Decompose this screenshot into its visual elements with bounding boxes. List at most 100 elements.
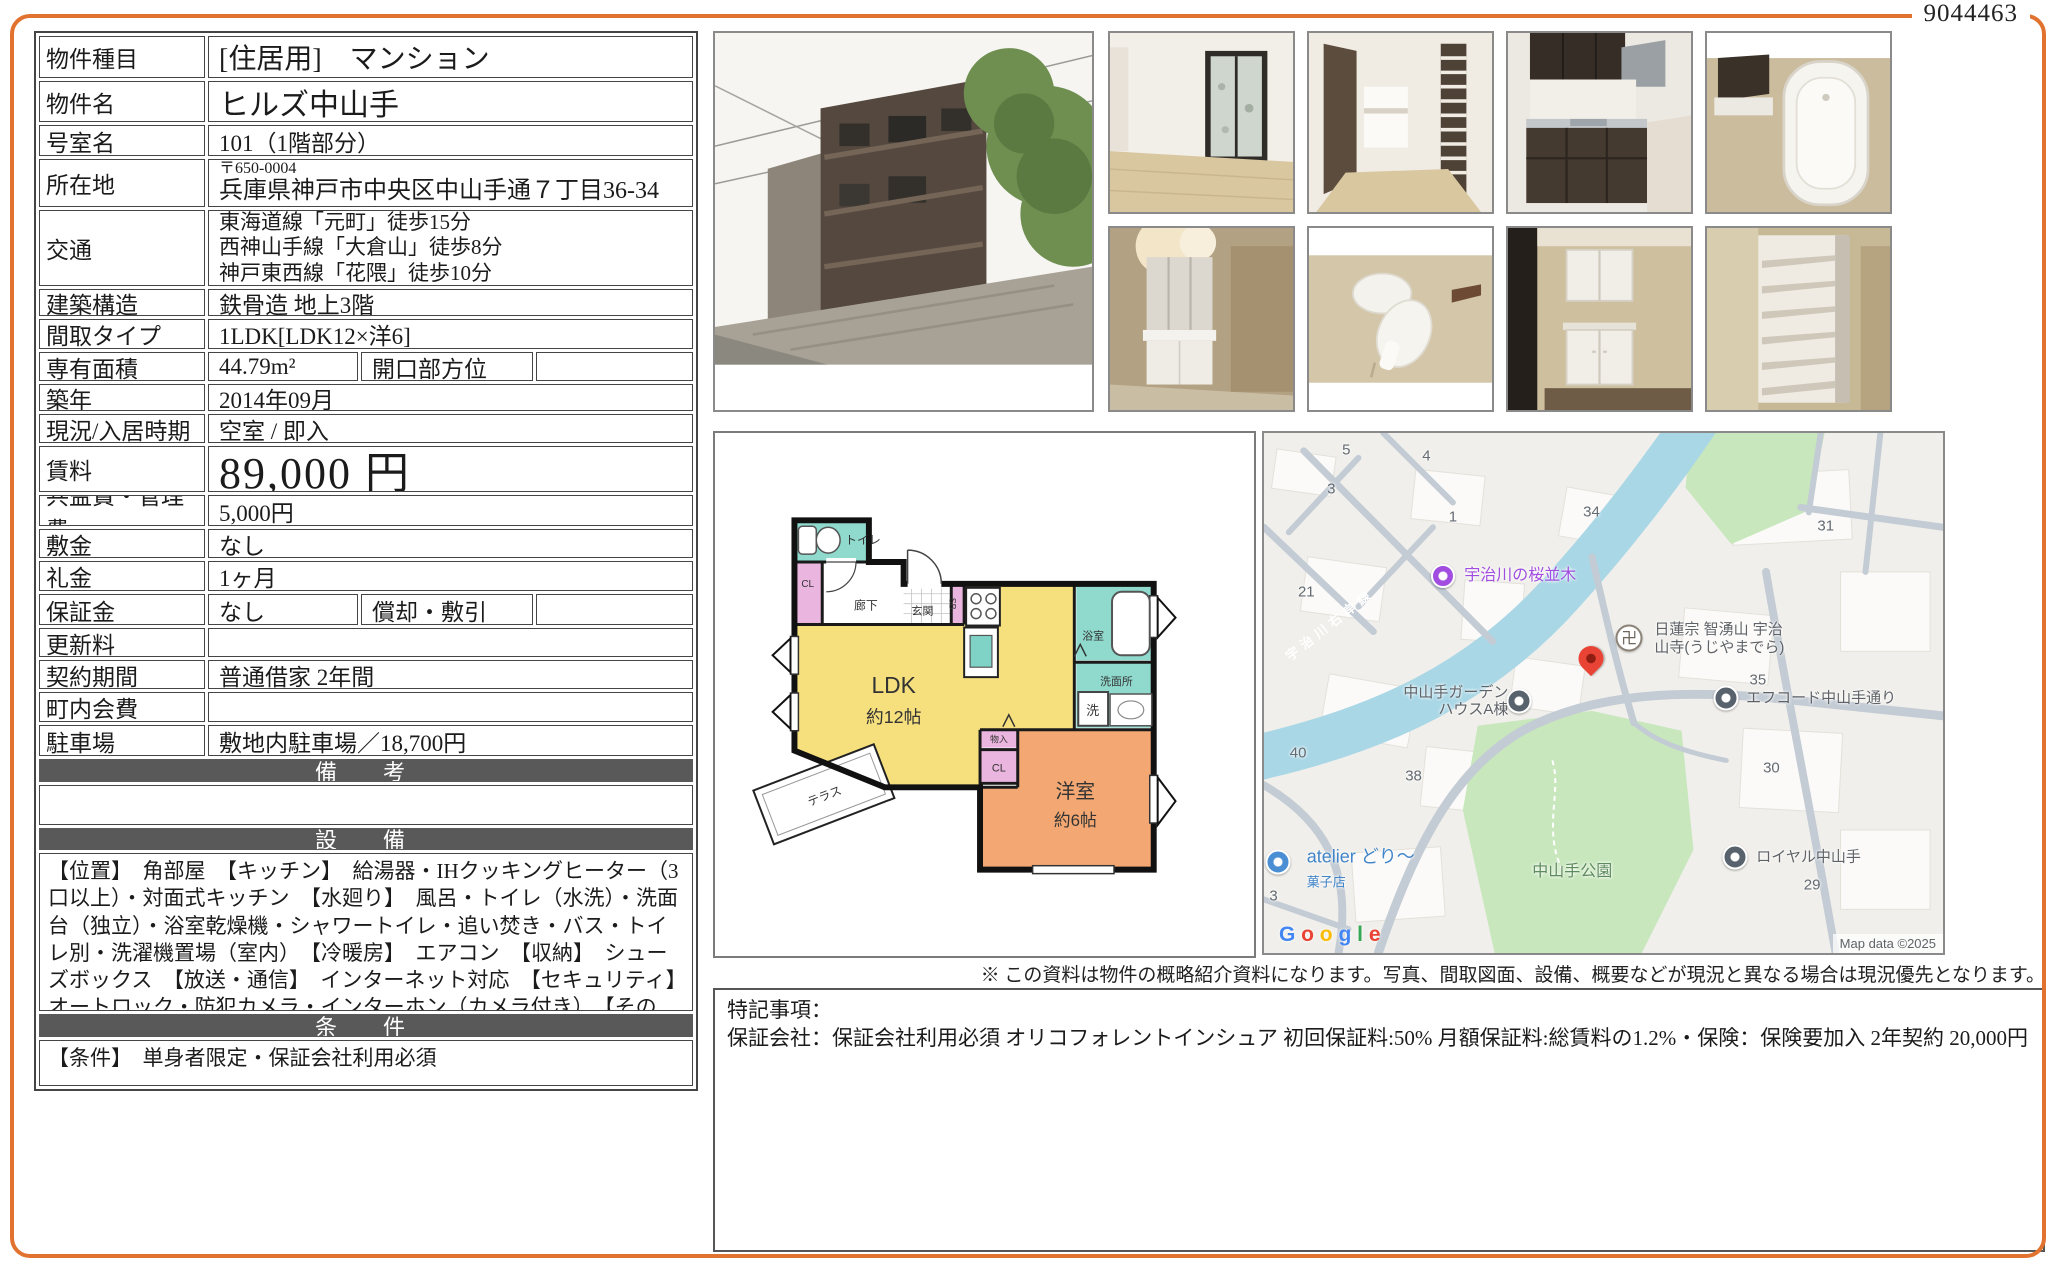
fp-entrance-label: 玄関 (912, 604, 934, 618)
access-value: 東海道線「元町」徒歩15分 西神山手線「大倉山」徒歩8分 神戸東西線「花隈」徒歩… (208, 210, 693, 286)
map-label: 29 (1804, 877, 1821, 894)
guarantee-value: なし (208, 594, 358, 625)
map-pin-icon: 卍 (1616, 625, 1643, 652)
map-label: atelier どり～ (1307, 846, 1415, 867)
structure-label: 建築構造 (39, 289, 205, 316)
equipment-value: 【位置】 角部屋 【キッチン】 給湯器・IHクッキングヒーター（3口以上）・対面… (39, 853, 693, 1011)
row-rent: 賃料 89,000 円 (39, 446, 693, 492)
floor-plan: テラス (713, 431, 1256, 958)
room-label: 号室名 (39, 125, 205, 156)
fp-closet2-label: CL (992, 762, 1006, 774)
structure-value: 鉄骨造 地上3階 (208, 289, 693, 316)
fp-ldk-size: 約12帖 (866, 707, 922, 727)
area-value: 44.79m² (208, 352, 358, 381)
row-deposit: 敷金 なし (39, 529, 693, 558)
renewal-fee-value (208, 628, 693, 657)
row-guarantee: 保証金 なし 償却・敷引 (39, 594, 693, 625)
row-property-name: 物件名 ヒルズ中山手 (39, 81, 693, 122)
photo-exterior (713, 31, 1094, 412)
map-pin-icon (1722, 844, 1747, 869)
opening-direction-label: 開口部方位 (361, 352, 533, 381)
postal-code: 〒650-0004 (219, 160, 296, 178)
room-value: 101（1階部分） (208, 125, 693, 156)
map-label: 30 (1763, 760, 1780, 777)
address: 兵庫県神戸市中央区中山手通７丁目36-34 (219, 178, 659, 206)
location-label: 所在地 (39, 159, 205, 207)
built-value: 2014年09月 (208, 384, 693, 411)
special-notes-box: 特記事項： 保証会社：保証会社利用必須 オリコフォレントインシュア 初回保証料:… (713, 988, 2045, 1252)
row-association-fee: 町内会費 (39, 692, 693, 722)
row-renewal-fee: 更新料 (39, 628, 693, 657)
map-label: 3 (1327, 481, 1335, 498)
row-parking: 駐車場 敷地内駐車場／18,700円 (39, 725, 693, 756)
area-label: 専有面積 (39, 352, 205, 381)
map-label: 5 (1342, 441, 1350, 458)
fp-bath-label: 浴室 (1082, 628, 1104, 642)
fees-label: 共益費・管理費 (39, 495, 205, 526)
remarks-value (39, 785, 693, 825)
row-remarks-header: 備 考 (39, 759, 693, 782)
google-logo-letter: o (1320, 923, 1333, 946)
amortization-value (536, 594, 693, 625)
spec-table: 物件種目 [住居用] マンション 物件名 ヒルズ中山手 号室名 101（1階部分… (34, 31, 698, 1091)
property-flyer: 9044463 物件種目 [住居用] マンション 物件名 ヒルズ中山手 号室名 … (0, 0, 2056, 1265)
map-pin-icon (1507, 688, 1532, 713)
guarantee-label: 保証金 (39, 594, 205, 625)
row-contract: 契約期間 普通借家 2年間 (39, 660, 693, 689)
row-property-type: 物件種目 [住居用] マンション (39, 36, 693, 78)
conditions-header: 条 件 (39, 1014, 693, 1037)
fp-shoebox-label: SB (947, 598, 957, 610)
parking-value: 敷地内駐車場／18,700円 (208, 725, 693, 756)
google-logo-letter: e (1369, 923, 1381, 946)
row-access: 交通 東海道線「元町」徒歩15分 西神山手線「大倉山」徒歩8分 神戸東西線「花隈… (39, 210, 693, 286)
row-equipment-header: 設 備 (39, 828, 693, 850)
renewal-fee-label: 更新料 (39, 628, 205, 657)
opening-direction-value (536, 352, 693, 381)
access-line-1: 東海道線「元町」徒歩15分 (219, 210, 471, 235)
property-name-value: ヒルズ中山手 (208, 81, 693, 122)
map-label: 日蓮宗 智湧山 宇治 山寺(うじやまでら) (1654, 621, 1784, 656)
key-money-value: 1ヶ月 (208, 561, 693, 591)
association-fee-value (208, 692, 693, 722)
location-value: 〒650-0004 兵庫県神戸市中央区中山手通７丁目36-34 (208, 159, 693, 207)
association-fee-label: 町内会費 (39, 692, 205, 722)
google-logo-letter: g (1338, 923, 1351, 946)
document-number: 9044463 (1912, 0, 2031, 28)
special-notes-title: 特記事項： (727, 996, 2031, 1024)
equipment-header: 設 備 (39, 828, 693, 850)
map-label: 宇治川の桜並木 (1464, 567, 1576, 585)
map-pin-icon (1265, 850, 1290, 875)
property-name-label: 物件名 (39, 81, 205, 122)
special-notes-body: 保証会社：保証会社利用必須 オリコフォレントインシュア 初回保証料:50% 月額… (727, 1024, 2031, 1052)
map-overlay: 5 4 3 1 34 31 21 35 40 38 30 29 (1264, 433, 1943, 953)
fp-bedroom-size: 約6帖 (1054, 811, 1097, 830)
photo-washbasin (1108, 226, 1295, 412)
row-conditions-header: 条 件 (39, 1014, 693, 1037)
row-location: 所在地 〒650-0004 兵庫県神戸市中央区中山手通７丁目36-34 (39, 159, 693, 207)
fp-closet1-label: CL (801, 579, 814, 590)
map-label: 1 (1449, 509, 1457, 526)
map-pin-icon (1574, 641, 1609, 676)
row-status: 現況/入居時期 空室 / 即入 (39, 414, 693, 443)
fp-hall-label: 廊下 (854, 599, 878, 613)
map-label: 中山手公園 (1532, 863, 1612, 881)
location-map: 5 4 3 1 34 31 21 35 40 38 30 29 (1262, 431, 1945, 955)
google-logo-letter: o (1301, 923, 1314, 946)
deposit-value: なし (208, 529, 693, 558)
access-label: 交通 (39, 210, 205, 286)
google-logo-letter: l (1357, 923, 1363, 946)
layout-type-value: 1LDK[LDK12×洋6] (208, 319, 693, 349)
fp-washroom-label: 洗面所 (1100, 675, 1133, 688)
map-label: 40 (1290, 744, 1307, 761)
map-label: 中山手ガーデン ハウスA棟 (1403, 684, 1508, 719)
row-layout-type: 間取タイプ 1LDK[LDK12×洋6] (39, 319, 693, 349)
status-value: 空室 / 即入 (208, 414, 693, 443)
google-logo-letter: G (1279, 923, 1295, 946)
deposit-label: 敷金 (39, 529, 205, 558)
contract-value: 普通借家 2年間 (208, 660, 693, 689)
rent-value: 89,000 円 (208, 446, 693, 492)
rent-label: 賃料 (39, 446, 205, 492)
fp-storage-label: 物入 (990, 734, 1008, 745)
property-type-value: [住居用] マンション (208, 36, 693, 78)
status-label: 現況/入居時期 (39, 414, 205, 443)
